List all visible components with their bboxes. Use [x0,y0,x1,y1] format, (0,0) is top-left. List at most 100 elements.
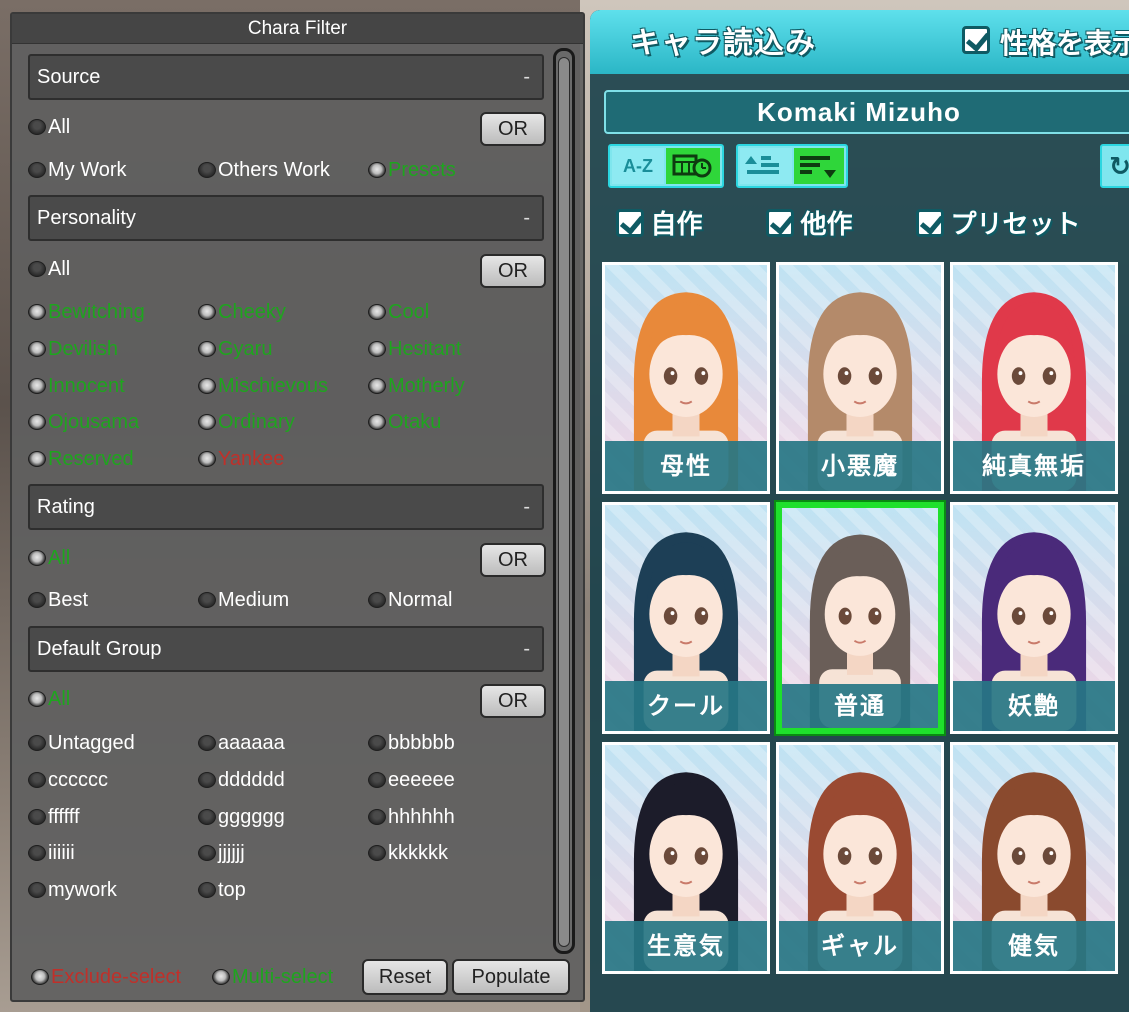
personality-option-mischievous[interactable]: Mischievous [198,371,328,401]
radio-icon [368,414,386,431]
personality-option-ordinary[interactable]: Ordinary [198,407,295,437]
multi-select-toggle[interactable]: Multi-select [212,962,333,992]
chara-card[interactable]: 生意気 [602,742,770,974]
personality-option-devilish[interactable]: Devilish [28,334,118,364]
group-option-kkkkkk[interactable]: kkkkkk [368,838,448,868]
filter-scrollbar[interactable] [553,48,575,954]
personality-option-bewitching[interactable]: Bewitching [28,297,145,327]
source-option-my-work[interactable]: My Work [28,155,127,185]
section-header-default-group[interactable]: Default Group - [28,626,544,672]
personality-option-cheeky[interactable]: Cheeky [198,297,286,327]
section-header-source[interactable]: Source - [28,54,544,100]
group-option-gggggg[interactable]: gggggg [198,802,285,832]
chara-card[interactable]: 小悪魔 [776,262,944,494]
group-option-ffffff[interactable]: ffffff [28,802,80,832]
filter-scrollbar-thumb[interactable] [558,57,570,947]
personality-option-motherly[interactable]: Motherly [368,371,465,401]
sort-az-option[interactable]: A-Z [612,148,664,184]
chara-card[interactable]: クール [602,502,770,734]
chara-card[interactable]: 普通 [776,502,944,734]
refresh-button[interactable]: ↻ [1100,144,1129,188]
sort-descending-option[interactable] [794,148,844,184]
radio-icon [28,691,46,707]
group-option-jjjjjj[interactable]: jjjjjj [198,838,245,868]
chara-card[interactable]: 純真無垢 [950,262,1118,494]
personality-option-innocent[interactable]: Innocent [28,371,125,401]
own-work-checkbox[interactable] [616,208,644,237]
source-option-presets[interactable]: Presets [368,155,456,185]
show-personality-checkbox[interactable] [962,26,990,54]
section-header-rating[interactable]: Rating - [28,484,544,530]
others-work-checkbox[interactable] [766,208,794,237]
collapse-default-group-button[interactable]: - [523,628,530,670]
chara-card[interactable]: 健気 [950,742,1118,974]
source-option-others-work[interactable]: Others Work [198,155,330,185]
section-header-personality[interactable]: Personality - [28,195,544,241]
exclude-select-toggle[interactable]: Exclude-select [31,962,181,992]
group-option-hhhhhh[interactable]: hhhhhh [368,802,455,832]
rating-option-best[interactable]: Best [28,585,88,615]
personality-option-hesitant[interactable]: Hesitant [368,334,461,364]
chara-card[interactable]: 妖艶 [950,502,1118,734]
collapse-personality-button[interactable]: - [523,197,530,239]
source-or-button[interactable]: OR [480,112,546,146]
reset-button[interactable]: Reset [362,959,448,995]
collapse-source-button[interactable]: - [523,56,530,98]
radio-icon [198,340,216,357]
group-option-aaaaaa[interactable]: aaaaaa [198,728,285,758]
chara-card[interactable]: 母性 [602,262,770,494]
chara-personality-caption: 生意気 [605,921,767,971]
chara-card[interactable]: ギャル [776,742,944,974]
rating-all-radio[interactable]: All [28,543,70,573]
filter-others-work[interactable]: 他作 [766,204,852,240]
radio-icon [28,808,46,825]
source-options-row: My Work Others Work Presets [28,155,548,185]
radio-icon [198,882,216,899]
group-option-untagged[interactable]: Untagged [28,728,135,758]
filter-own-work[interactable]: 自作 [616,204,702,240]
radio-icon [368,592,386,608]
chara-personality-caption: 健気 [953,921,1115,971]
chara-personality-caption: ギャル [779,921,941,971]
group-option-cccccc[interactable]: cccccc [28,765,108,795]
rating-option-medium[interactable]: Medium [198,585,289,615]
personality-option-reserved[interactable]: Reserved [28,444,134,474]
chara-personality-caption: 母性 [605,441,767,491]
source-all-radio[interactable]: All [28,112,70,142]
group-option-eeeeee[interactable]: eeeeee [368,765,455,795]
radio-icon [28,882,46,899]
personality-option-cool[interactable]: Cool [368,297,429,327]
personality-all-radio[interactable]: All [28,254,70,284]
sort-ascending-option[interactable] [740,148,792,184]
personality-option-yankee[interactable]: Yankee [198,444,284,474]
group-option-dddddd[interactable]: dddddd [198,765,285,795]
personality-option-gyaru[interactable]: Gyaru [198,334,272,364]
calendar-clock-icon [672,154,712,178]
show-personality-label: 性格を表示 [1000,27,1129,60]
chara-filter-panel: Chara Filter Source - All OR My Work Oth… [10,12,585,1002]
default-group-or-button[interactable]: OR [480,684,546,718]
chara-load-panel: キャラ読込み 性格を表示 Komaki Mizuho A-Z ↻ 自作 他作 プ… [590,10,1129,1012]
personality-option-ojousama[interactable]: Ojousama [28,407,139,437]
group-option-iiiiii[interactable]: iiiiii [28,838,75,868]
radio-icon [198,451,216,468]
presets-checkbox[interactable] [916,208,944,237]
group-option-bbbbbb[interactable]: bbbbbb [368,728,455,758]
rating-or-button[interactable]: OR [480,543,546,577]
personality-or-button[interactable]: OR [480,254,546,288]
collapse-rating-button[interactable]: - [523,486,530,528]
default-group-all-radio[interactable]: All [28,684,70,714]
sort-order-toggle[interactable] [736,144,848,188]
radio-icon [198,414,216,431]
section-title-default-group: Default Group [37,638,162,660]
filter-presets[interactable]: プリセット [916,204,1080,240]
sort-name-date-toggle[interactable]: A-Z [608,144,724,188]
rating-option-normal[interactable]: Normal [368,585,452,615]
radio-icon [198,845,216,862]
populate-button[interactable]: Populate [452,959,570,995]
group-option-top[interactable]: top [198,875,246,905]
radio-icon [28,414,46,431]
personality-option-otaku[interactable]: Otaku [368,407,441,437]
group-option-mywork[interactable]: mywork [28,875,117,905]
sort-date-option[interactable] [666,148,720,184]
